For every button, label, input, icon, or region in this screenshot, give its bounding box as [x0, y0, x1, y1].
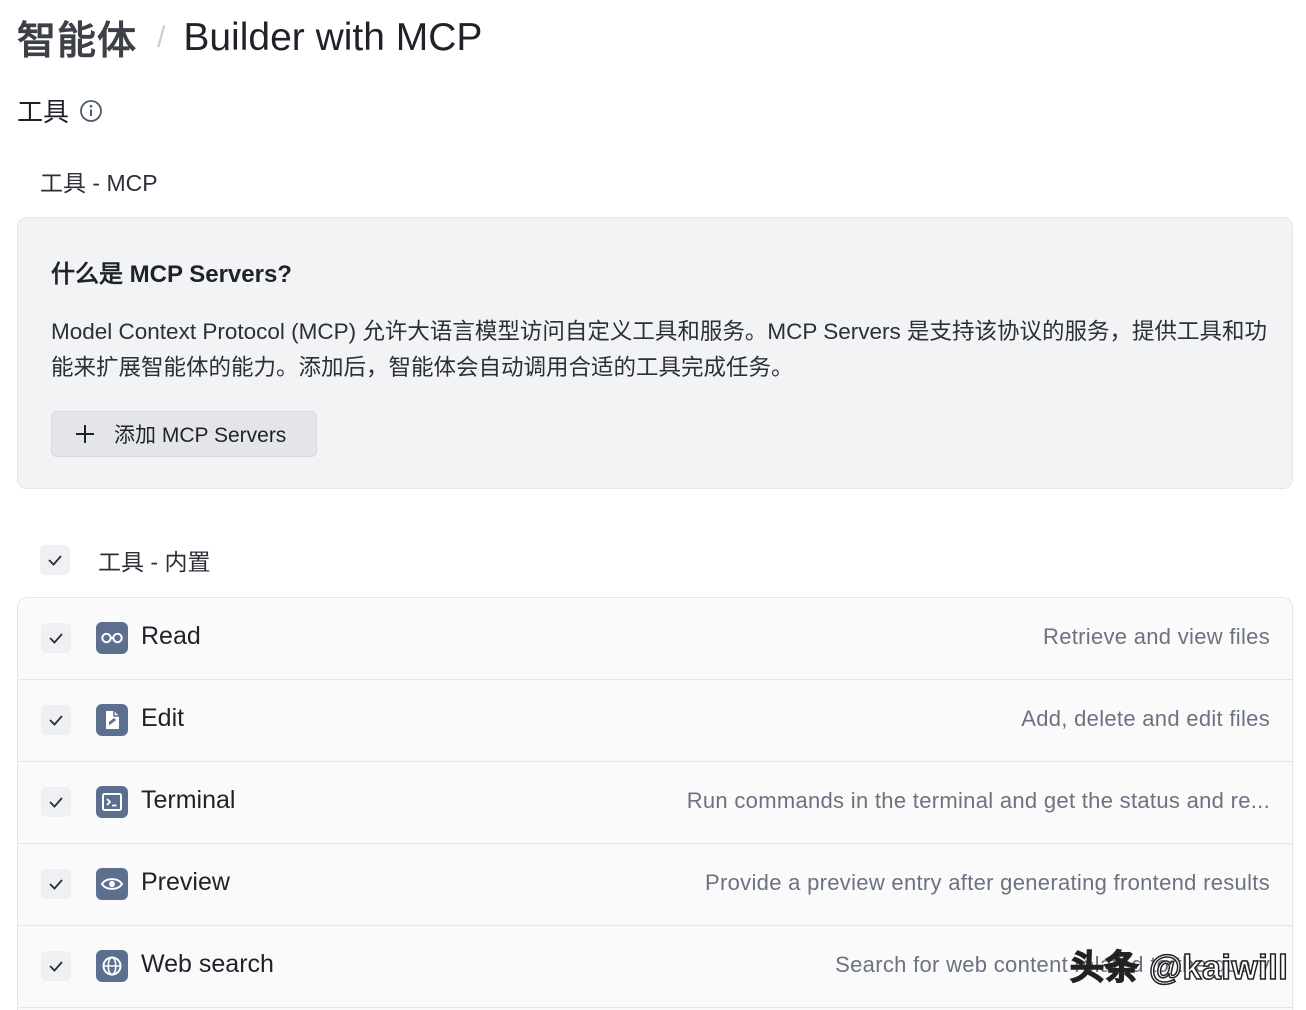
breadcrumb-separator: / [157, 21, 166, 54]
tool-row-edit[interactable]: Edit Add, delete and edit files [18, 680, 1292, 762]
tool-name: Preview [141, 868, 230, 896]
tool-terminal-checkbox[interactable] [41, 787, 71, 817]
info-circle-icon[interactable] [79, 99, 103, 123]
tools-section-title: 工具 [17, 92, 103, 129]
check-icon [49, 797, 63, 808]
tool-row-terminal[interactable]: Terminal Run commands in the terminal an… [18, 762, 1292, 844]
breadcrumb-root[interactable]: 智能体 [17, 10, 137, 66]
add-mcp-servers-label: 添加 MCP Servers [114, 424, 287, 447]
tool-row-preview[interactable]: Preview Provide a preview entry after ge… [18, 844, 1292, 926]
check-icon [49, 715, 63, 726]
tool-preview-checkbox[interactable] [41, 869, 71, 899]
tool-description: Run commands in the terminal and get the… [686, 788, 1270, 813]
tool-name: Edit [141, 704, 185, 732]
glasses-icon [96, 622, 128, 654]
tool-read-checkbox[interactable] [41, 623, 71, 653]
builtin-tools-checkbox[interactable] [40, 545, 70, 575]
plus-icon [74, 423, 96, 445]
builtin-tools-header: 工具 - 内置 [40, 543, 210, 577]
terminal-icon [96, 786, 128, 818]
tool-web-search-checkbox[interactable] [41, 951, 71, 981]
tools-section-label: 工具 [17, 97, 70, 127]
tool-description: Add, delete and edit files [1021, 706, 1270, 731]
mcp-card-description: Model Context Protocol (MCP) 允许大语言模型访问自定… [51, 319, 1267, 380]
tool-description: Provide a preview entry after generating… [705, 870, 1270, 895]
check-icon [49, 633, 63, 644]
edit-file-icon [96, 704, 128, 736]
globe-icon [96, 950, 128, 982]
eye-icon [96, 868, 128, 900]
tool-name: Read [141, 622, 201, 650]
add-mcp-servers-button[interactable]: 添加 MCP Servers [51, 411, 317, 457]
watermark: 头条 @kaiwill [1069, 948, 1289, 988]
tool-row-read[interactable]: Read Retrieve and view files [18, 598, 1292, 680]
builtin-tools-label: 工具 - 内置 [98, 549, 211, 575]
mcp-info-card: 什么是 MCP Servers? Model Context Protocol … [17, 217, 1293, 489]
page-title: Builder with MCP [183, 16, 483, 59]
breadcrumb: 智能体 / Builder with MCP [17, 12, 482, 64]
tool-name: Web search [141, 950, 274, 978]
check-icon [48, 555, 62, 566]
check-icon [49, 961, 63, 972]
tool-description: Retrieve and view files [1043, 624, 1270, 649]
tool-edit-checkbox[interactable] [41, 705, 71, 735]
mcp-subtitle: 工具 - MCP [40, 170, 158, 196]
mcp-card-title: 什么是 MCP Servers? [51, 261, 292, 288]
check-icon [49, 879, 63, 890]
tool-name: Terminal [141, 786, 236, 814]
